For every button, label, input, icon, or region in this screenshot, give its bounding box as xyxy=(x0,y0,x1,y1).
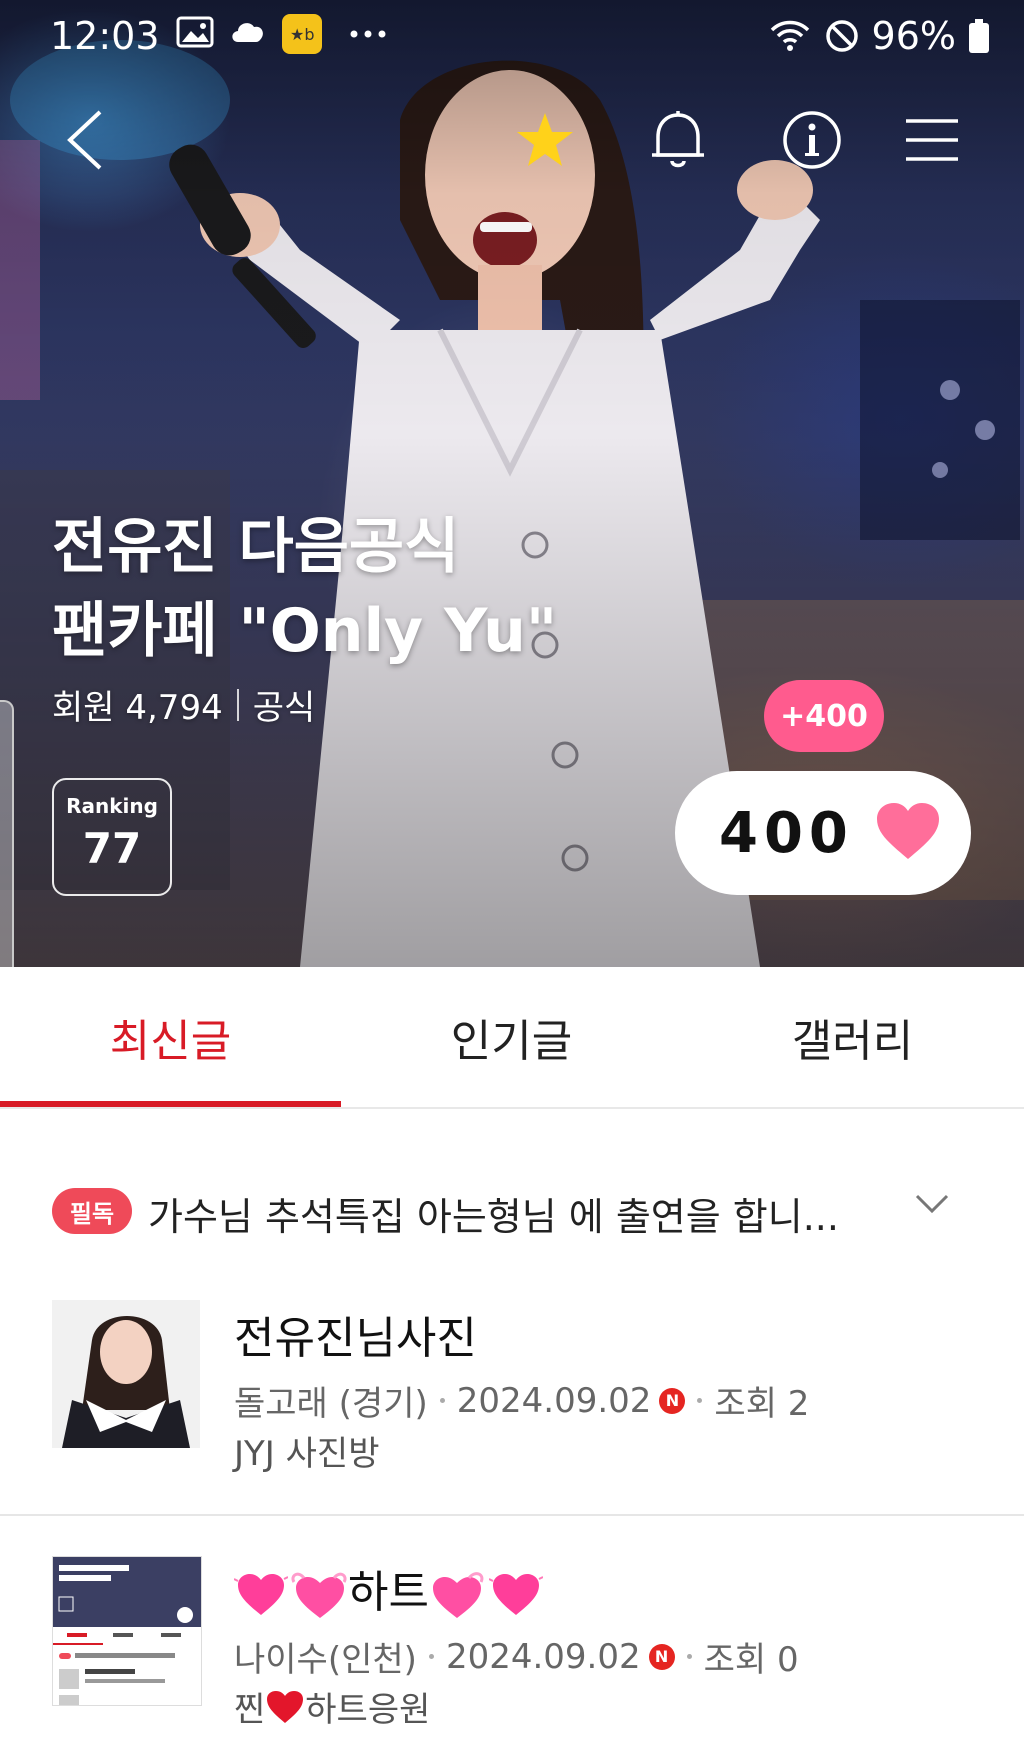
active-tab-indicator xyxy=(0,1101,341,1107)
heart-count: 400 xyxy=(719,800,854,866)
list-item[interactable]: 하트 나이수(인천) 2024.09.02 N 조회 0 찐 하트응원 xyxy=(0,1556,1024,1750)
battery-percent: 96% xyxy=(871,14,956,58)
ranking-label: Ranking xyxy=(66,794,158,818)
post-meta: 나이수(인천) 2024.09.02 N 조회 0 xyxy=(234,1632,799,1681)
cafe-title: 전유진 다음공식 팬카페 "Only Yu" xyxy=(52,505,672,673)
cafe-meta: 회원 4,794 공식 xyxy=(52,680,315,729)
info-icon xyxy=(783,111,841,169)
new-badge: N xyxy=(648,1643,675,1670)
member-count[interactable]: 회원 4,794 xyxy=(52,680,223,729)
list-divider xyxy=(0,1514,1024,1516)
bell-icon xyxy=(652,111,704,168)
cheer-heart-button[interactable]: 400 xyxy=(675,771,971,895)
back-button[interactable] xyxy=(44,100,124,180)
tab-latest[interactable]: 최신글 xyxy=(0,967,341,1107)
notification-button[interactable] xyxy=(638,100,718,180)
pink-heart-sparkle-icon xyxy=(234,1574,288,1615)
star-icon xyxy=(517,113,573,166)
ranking-value: 77 xyxy=(82,824,142,873)
kb-bank-app-icon: ★b xyxy=(282,14,322,54)
more-notifications-icon xyxy=(350,30,386,38)
post-author: 나이수(인천) xyxy=(234,1640,417,1680)
revolving-hearts-icon xyxy=(432,1572,484,1618)
list-item[interactable]: 전유진님사진 돌고래 (경기) 2024.09.02 N 조회 2 JYJ 사진… xyxy=(0,1300,1024,1515)
cafe-title-line-1: 전유진 다음공식 xyxy=(52,512,460,582)
post-date: 2024.09.02 xyxy=(456,1380,652,1421)
post-title: 전유진님사진 xyxy=(234,1313,477,1364)
ranking-badge[interactable]: Ranking 77 xyxy=(52,778,172,896)
revolving-hearts-icon xyxy=(291,1572,347,1618)
new-badge: N xyxy=(659,1387,686,1414)
red-heart-icon xyxy=(267,1690,304,1723)
post-views: 조회 0 xyxy=(703,1640,799,1680)
cafe-type-label: 공식 xyxy=(252,688,316,728)
post-board: 찐 하트응원 xyxy=(234,1682,430,1731)
post-date: 2024.09.02 xyxy=(445,1636,641,1677)
thumbnail-screenshot xyxy=(53,1557,201,1705)
gallery-notification-icon xyxy=(176,16,214,48)
notice-text: 가수님 추석특집 아는형님 에 출연을 합니... xyxy=(148,1195,839,1239)
post-board: JYJ 사진방 xyxy=(234,1434,380,1474)
post-author: 돌고래 (경기) xyxy=(234,1384,428,1424)
status-time: 12:03 xyxy=(50,14,160,58)
cafe-title-line-2: 팬카페 "Only Yu" xyxy=(52,596,558,666)
wifi-icon xyxy=(770,20,809,51)
post-tabs: 최신글 인기글 갤러리 xyxy=(0,967,1024,1109)
pink-heart-sparkle-icon xyxy=(488,1574,543,1615)
hamburger-menu-icon xyxy=(906,119,958,161)
must-read-badge: 필독 xyxy=(52,1188,132,1234)
svg-text:★b: ★b xyxy=(290,25,315,44)
tab-popular[interactable]: 인기글 xyxy=(341,967,682,1107)
post-board-prefix: 찐 xyxy=(234,1690,266,1730)
pinned-notice[interactable]: 필독 가수님 추석특집 아는형님 에 출연을 합니... xyxy=(0,1160,1024,1260)
thumbnail-photo xyxy=(52,1300,200,1448)
meta-dot xyxy=(439,1398,445,1403)
post-meta: 돌고래 (경기) 2024.09.02 N 조회 2 xyxy=(234,1376,809,1425)
cafe-info-button[interactable] xyxy=(772,100,852,180)
heart-increment-badge: +400 xyxy=(764,680,884,752)
meta-divider xyxy=(236,688,239,721)
menu-button[interactable] xyxy=(892,100,972,180)
do-not-disturb-icon xyxy=(825,20,858,52)
chevron-left-icon xyxy=(67,110,102,170)
meta-dot xyxy=(686,1654,692,1659)
post-views: 조회 2 xyxy=(714,1384,810,1424)
post-thumbnail xyxy=(52,1300,200,1448)
meta-dot xyxy=(697,1398,703,1403)
favorite-button[interactable] xyxy=(505,100,585,180)
heart-icon xyxy=(877,803,939,859)
meta-dot xyxy=(428,1654,434,1659)
chevron-down-icon[interactable] xyxy=(914,1192,950,1216)
post-thumbnail xyxy=(52,1556,202,1706)
status-bar: 12:03 ★b 96% xyxy=(0,0,1024,68)
post-title-text: 하트 xyxy=(348,1567,429,1618)
cloud-icon xyxy=(232,23,263,42)
post-title: 하트 xyxy=(234,1556,543,1622)
cafe-hero-banner: 12:03 ★b 96% 전유진 다음공식 팬카페 "Only Yu" 회원 4… xyxy=(0,0,1024,967)
battery-icon xyxy=(969,19,989,53)
tab-gallery[interactable]: 갤러리 xyxy=(682,967,1023,1107)
post-board-suffix: 하트응원 xyxy=(305,1690,431,1730)
